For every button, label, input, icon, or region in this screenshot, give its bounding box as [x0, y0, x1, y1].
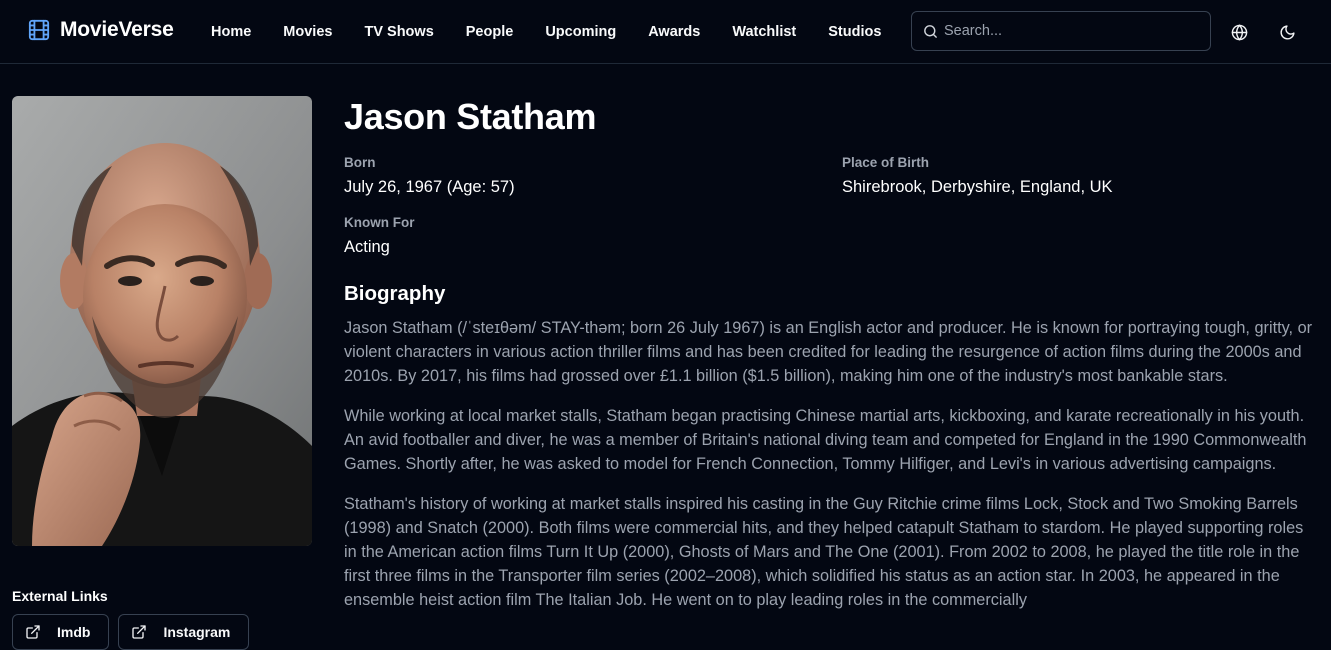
biography-paragraph: Jason Statham (/ˈsteɪθəm/ STAY-thəm; bor…	[344, 319, 1313, 385]
search-box	[911, 11, 1211, 51]
nav-home[interactable]: Home	[195, 0, 267, 64]
nav-tv-shows[interactable]: TV Shows	[348, 0, 449, 64]
film-icon	[28, 19, 50, 41]
language-button[interactable]	[1227, 20, 1251, 44]
person-name: Jason Statham	[344, 96, 597, 137]
nav-movies[interactable]: Movies	[267, 0, 348, 64]
place-of-birth-label: Place of Birth	[842, 155, 930, 170]
external-link-icon	[26, 625, 40, 639]
known-for-fact: Known For Acting	[344, 214, 415, 258]
moon-icon	[1280, 24, 1295, 39]
biography-paragraph: While working at local market stalls, St…	[344, 407, 1307, 473]
brand-name: MovieVerse	[60, 18, 174, 41]
globe-icon	[1231, 23, 1247, 41]
profile-photo	[12, 96, 312, 546]
born-fact: Born July 26, 1967 (Age: 57)	[344, 154, 515, 198]
external-link-icon	[132, 625, 147, 639]
nav-watchlist[interactable]: Watchlist	[716, 0, 812, 64]
nav-studios[interactable]: Studios	[812, 0, 897, 64]
biography-paragraph: Statham's history of working at market s…	[344, 495, 1304, 609]
known-for-value: Acting	[344, 238, 390, 256]
biography-text: Jason Statham (/ˈsteɪθəm/ STAY-thəm; bor…	[344, 316, 1319, 628]
born-value: July 26, 1967 (Age: 57)	[344, 178, 515, 196]
external-links: Imdb Instagram	[12, 614, 250, 650]
place-of-birth-fact: Place of Birth Shirebrook, Derbyshire, E…	[842, 154, 1113, 198]
known-for-label: Known For	[344, 215, 415, 230]
nav-awards[interactable]: Awards	[632, 0, 716, 64]
nav-upcoming[interactable]: Upcoming	[529, 0, 632, 64]
born-label: Born	[344, 155, 376, 170]
imdb-link-button[interactable]: Imdb	[12, 614, 110, 650]
place-of-birth-value: Shirebrook, Derbyshire, England, UK	[842, 178, 1113, 196]
imdb-link-label: Imdb	[57, 624, 91, 640]
main-nav: Home Movies TV Shows People Upcoming Awa…	[195, 0, 897, 64]
top-navbar: MovieVerse Home Movies TV Shows People U…	[0, 0, 1331, 64]
instagram-link-label: Instagram	[163, 624, 231, 640]
instagram-link-button[interactable]: Instagram	[118, 614, 250, 650]
search-input[interactable]	[944, 12, 1204, 50]
biography-heading: Biography	[344, 282, 446, 305]
search-icon	[924, 25, 937, 38]
nav-people[interactable]: People	[450, 0, 530, 64]
brand[interactable]: MovieVerse	[28, 18, 174, 42]
external-links-title: External Links	[12, 588, 108, 604]
theme-toggle-button[interactable]	[1275, 20, 1299, 44]
